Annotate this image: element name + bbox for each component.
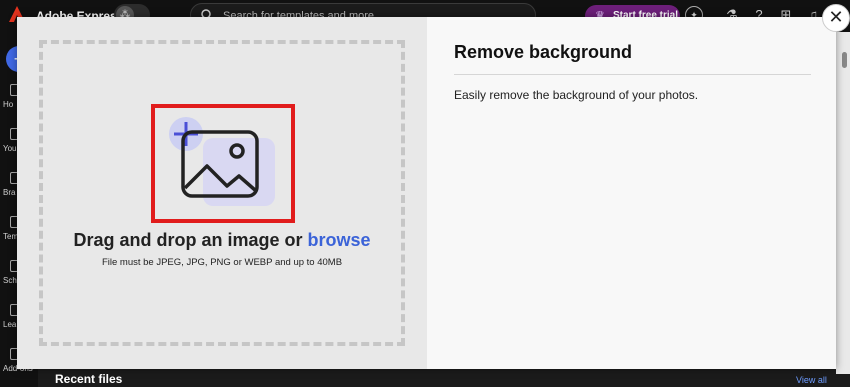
close-icon: ✕ <box>828 7 844 27</box>
content-strip <box>836 32 850 374</box>
file-requirements-hint: File must be JPEG, JPG, PNG or WEBP and … <box>101 257 343 268</box>
dialog-description: Easily remove the background of your pho… <box>454 88 699 102</box>
remove-background-dialog: Drag and drop an image or browse File mu… <box>17 17 836 369</box>
title-divider <box>454 74 811 75</box>
sidebar-item-label: Ho <box>3 100 14 109</box>
scrollbar[interactable] <box>842 52 847 68</box>
add-image-icon <box>169 117 275 206</box>
drop-title: Drag and drop an image or browse <box>17 230 427 251</box>
sidebar-item-label: Bra <box>3 188 16 197</box>
sidebar-item-label: Lea <box>3 320 17 329</box>
browse-link[interactable]: browse <box>308 230 371 250</box>
recent-files-heading: Recent files <box>55 372 123 386</box>
close-dialog-button[interactable]: ✕ <box>822 4 850 32</box>
view-all-link[interactable]: View all <box>796 375 827 385</box>
upload-pane: Drag and drop an image or browse File mu… <box>17 17 427 369</box>
highlight-box <box>151 104 295 223</box>
dialog-title: Remove background <box>454 42 633 62</box>
drop-title-text: Drag and drop an image or <box>73 230 308 250</box>
